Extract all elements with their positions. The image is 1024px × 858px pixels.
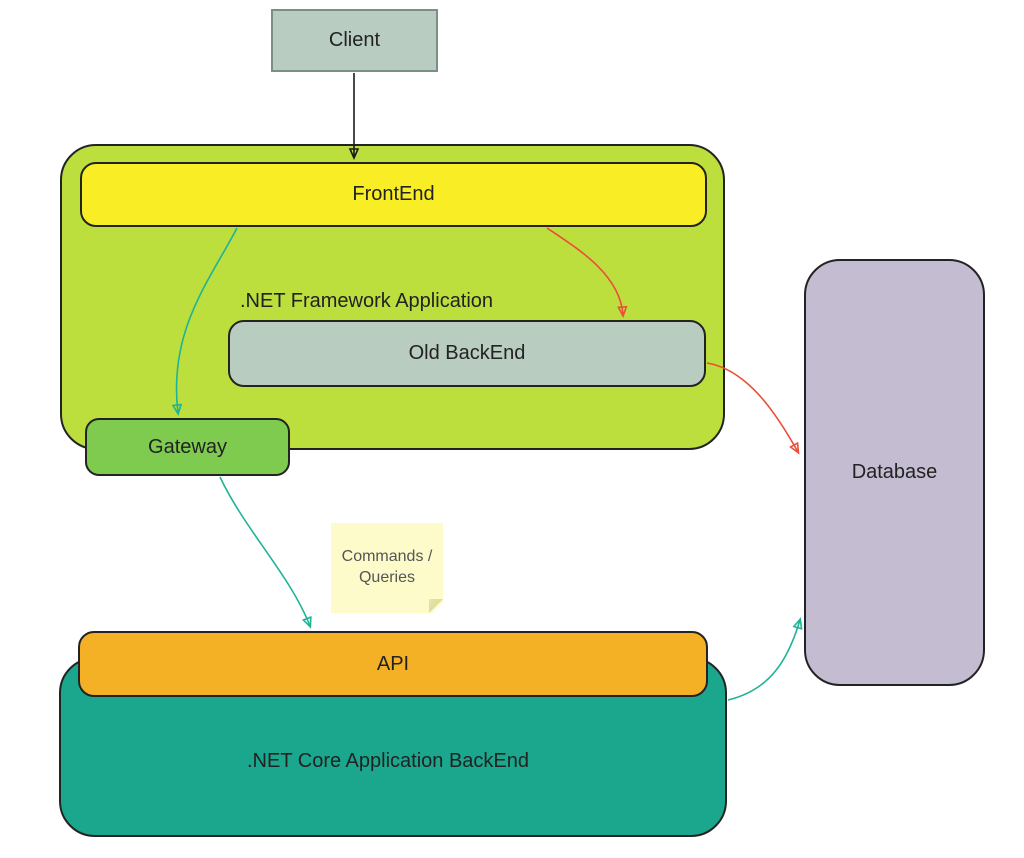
- node-net-framework-app-label: .NET Framework Application: [240, 290, 493, 313]
- node-old-backend-label: Old BackEnd: [409, 342, 526, 365]
- node-net-core-backend-label: .NET Core Application BackEnd: [247, 750, 529, 773]
- node-client: Client: [271, 9, 438, 72]
- node-old-backend: Old BackEnd: [228, 320, 706, 387]
- edge-core-database: [728, 620, 800, 700]
- node-database-label: Database: [852, 461, 938, 484]
- node-client-label: Client: [329, 29, 380, 52]
- edge-gateway-api: [220, 477, 310, 626]
- node-api: API: [78, 631, 708, 697]
- node-frontend: FrontEnd: [80, 162, 707, 227]
- note-commands-queries: Commands / Queries: [331, 523, 443, 613]
- node-frontend-label: FrontEnd: [352, 183, 434, 206]
- node-gateway: Gateway: [85, 418, 290, 476]
- node-api-label: API: [377, 653, 409, 676]
- node-database: Database: [804, 259, 985, 686]
- note-commands-queries-text: Commands / Queries: [339, 547, 435, 589]
- node-gateway-label: Gateway: [148, 436, 227, 459]
